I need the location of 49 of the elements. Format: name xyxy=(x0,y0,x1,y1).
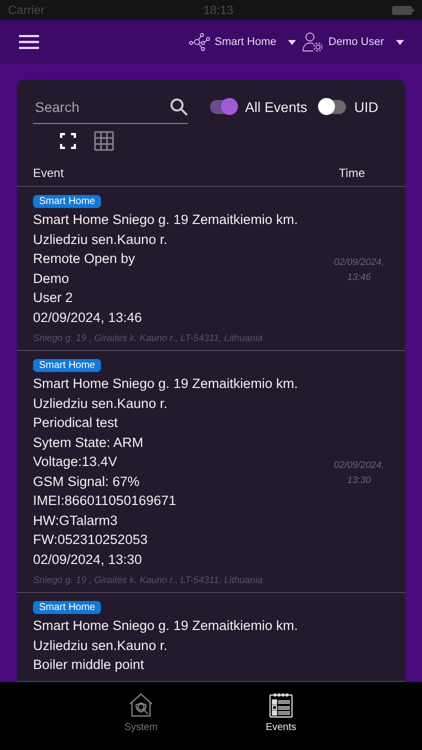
event-time: 02/09/2024, 13:46 xyxy=(332,256,386,284)
event-text-line: Demo xyxy=(33,270,70,288)
event-time: 02/09/2024, 13:30 xyxy=(332,458,386,488)
event-text-line: Remote Open by xyxy=(33,250,136,268)
toggle-switch[interactable] xyxy=(319,100,346,114)
event-text-line: Uzliedziu sen.Kauno r. xyxy=(33,230,168,248)
event-text-line: Periodical test xyxy=(33,414,118,432)
event-text-line: User 2 xyxy=(33,289,73,307)
search-field[interactable]: Search xyxy=(33,98,153,116)
column-header: Time xyxy=(338,166,365,180)
toggle-label: UID xyxy=(354,99,378,115)
event-text-line: Smart Home Sniego g. 19 Zemaitkiemio km. xyxy=(33,375,298,393)
view-button[interactable] xyxy=(57,130,79,152)
site-tag: Smart Home xyxy=(33,195,102,208)
event-text-line: Smart Home Sniego g. 19 Zemaitkiemio km. xyxy=(33,617,298,635)
user-selector[interactable]: Demo User xyxy=(302,32,404,52)
event-text-line: HW:GTalarm3 xyxy=(33,512,118,530)
fullscreen-icon xyxy=(60,133,76,149)
column-header: Event xyxy=(33,166,64,180)
toggle-switch[interactable] xyxy=(210,100,237,114)
site-tag: Smart Home xyxy=(33,601,102,614)
event-text-line: GSM Signal: 67% xyxy=(33,472,140,491)
event-text-line: Smart Home Sniego g. 19 Zemaitkiemio km. xyxy=(33,211,298,229)
toggle-label: All Events xyxy=(245,99,308,115)
site-selector[interactable]: Smart Home xyxy=(188,33,296,51)
event-address: Sniego g. 19 , Giraitės k. Kauno r., LT-54311, Lithuania xyxy=(33,575,263,586)
user-settings-icon xyxy=(302,32,324,52)
network-icon xyxy=(188,33,211,51)
event-text-line: Uzliedziu sen.Kauno r. xyxy=(33,636,168,654)
event-address: Sniego g. 19 , Giraitės k. Kauno r., LT-54311, Lithuania xyxy=(33,333,263,344)
tab-bar-item[interactable]: System xyxy=(101,692,181,750)
event-text-line: Uzliedziu sen.Kauno r. xyxy=(33,394,168,412)
event-text-line: 02/09/2024, 13:46 xyxy=(33,308,142,326)
battery-icon xyxy=(392,6,414,14)
grid-icon xyxy=(94,131,114,151)
tab-bar-item[interactable]: Events xyxy=(241,692,321,750)
event-text-line: 02/09/2024, 13:30 xyxy=(33,550,142,568)
house-search-icon xyxy=(128,692,154,718)
event-text-line: FW:052310252053 xyxy=(33,531,148,549)
search-icon[interactable] xyxy=(170,98,188,116)
site-tag: Smart Home xyxy=(33,359,102,372)
event-text-line: Boiler middle point xyxy=(33,656,144,674)
event-text-line: Voltage:13.4V xyxy=(33,453,118,471)
caret-icon xyxy=(288,40,296,44)
event-text-line: IMEI:866011050169671 xyxy=(33,492,176,510)
caret-icon xyxy=(396,40,404,44)
event-text-line: Sytem State: ARM xyxy=(33,434,144,452)
event-list-icon xyxy=(268,692,294,718)
menu-icon[interactable] xyxy=(19,35,39,49)
